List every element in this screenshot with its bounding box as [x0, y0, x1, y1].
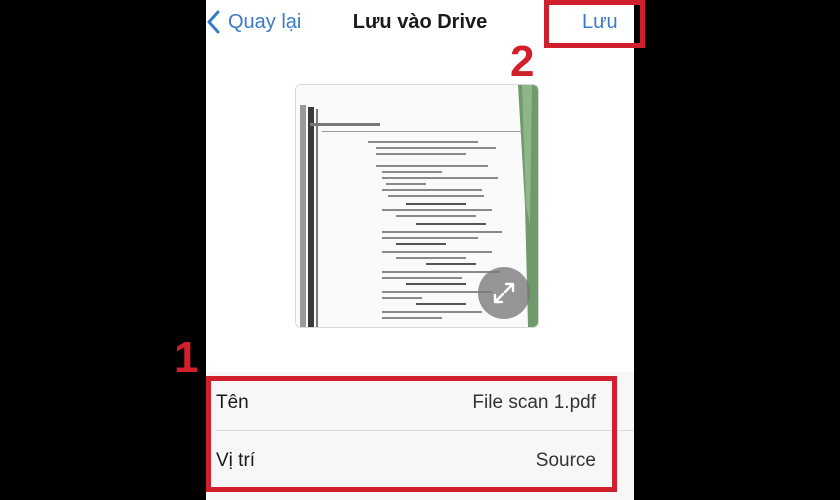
file-name-label: Tên [216, 392, 249, 413]
screenshot-stage: Quay lại Lưu vào Drive Lưu Tên File scan… [0, 0, 840, 500]
expand-arrows-icon [493, 282, 515, 304]
expand-preview-button[interactable] [478, 267, 530, 319]
row-divider [216, 430, 634, 431]
step-2-marker: 2 [510, 37, 535, 86]
step-1-marker: 1 [174, 333, 199, 382]
save-to-drive-screen: Quay lại Lưu vào Drive Lưu Tên File scan… [206, 0, 634, 500]
save-button[interactable]: Lưu [582, 4, 618, 40]
file-name-row[interactable]: Tên File scan 1.pdf [206, 374, 634, 432]
document-preview[interactable] [295, 84, 539, 328]
location-value[interactable]: Source [536, 450, 596, 472]
location-row[interactable]: Vị trí Source [206, 432, 634, 490]
file-details-list: Tên File scan 1.pdf Vị trí Source [206, 372, 634, 500]
location-label: Vị trí [216, 450, 256, 471]
file-name-value[interactable]: File scan 1.pdf [472, 392, 596, 414]
page-title: Lưu vào Drive [352, 11, 488, 33]
